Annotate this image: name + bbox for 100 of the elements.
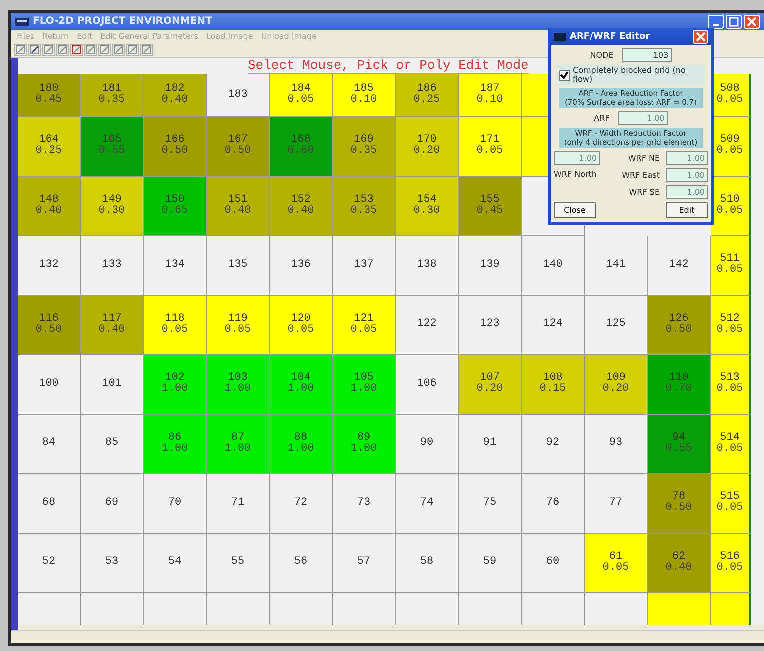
node-number: 166	[165, 135, 185, 146]
node-number: 164	[39, 135, 59, 146]
node-number: 52	[42, 557, 56, 568]
node-number: 149	[102, 194, 122, 206]
node-number: 88	[294, 432, 308, 444]
node-number: 89	[357, 432, 371, 444]
wrf-label: WRF NE	[628, 154, 660, 162]
node-number: 56	[294, 557, 308, 568]
reduction-value: 0.55	[98, 146, 126, 158]
node-number: 169	[354, 135, 374, 146]
reduction-value: 0.40	[36, 206, 62, 217]
node-number: 101	[102, 378, 122, 390]
reduction-value: 0.05	[716, 384, 744, 396]
reduction-value: 0.35	[98, 95, 126, 106]
reduction-value: 0.05	[162, 324, 188, 336]
node-number: 167	[228, 135, 248, 146]
node-number: 78	[672, 492, 686, 504]
reduction-value: 0.05	[288, 324, 314, 336]
node-number: 54	[168, 557, 182, 568]
node-number: 119	[228, 314, 248, 325]
wrf-label: WRF SE	[629, 188, 660, 196]
node-number: 155	[480, 194, 500, 206]
node-number: 77	[609, 498, 623, 509]
node-number: 84	[42, 438, 56, 450]
node-number: 69	[105, 498, 119, 509]
node-number: 134	[165, 260, 185, 271]
node-number: 126	[669, 314, 689, 325]
node-number: 123	[480, 319, 500, 330]
reduction-value: 0.50	[36, 324, 62, 336]
reduction-value: 0.40	[224, 206, 252, 217]
node-number: 94	[672, 432, 686, 444]
node-number: 180	[39, 84, 59, 95]
node-number: 132	[39, 260, 59, 271]
node-number: 151	[228, 194, 248, 206]
reduction-value: 0.40	[162, 95, 188, 106]
node-number: 71	[231, 498, 245, 509]
node-number: 104	[291, 373, 311, 384]
node-number: 91	[483, 438, 497, 450]
node-number: 106	[417, 378, 437, 390]
node-number: 68	[42, 498, 56, 509]
reduction-value: 0.05	[224, 324, 252, 336]
node-number: 187	[480, 84, 500, 95]
node-number: 100	[39, 378, 59, 390]
node-number: 186	[417, 84, 437, 95]
node-number: 509	[720, 135, 740, 146]
reduction-value: 0.45	[36, 95, 62, 106]
node-number: 105	[354, 373, 374, 384]
node-number: 93	[609, 438, 623, 450]
node-number: 72	[294, 498, 308, 509]
node-number: 61	[609, 552, 623, 563]
node-number: 85	[105, 438, 119, 450]
node-number: 90	[420, 438, 434, 450]
reduction-value: 0.05	[716, 206, 744, 217]
node-number: 76	[546, 498, 560, 509]
node-number: 122	[417, 319, 437, 330]
node-number: 137	[354, 260, 374, 271]
node-number: 182	[165, 84, 185, 95]
node-number: 508	[720, 84, 740, 95]
reduction-value: 0.20	[602, 384, 630, 396]
node-number: 184	[291, 84, 311, 95]
reduction-value: 0.20	[476, 384, 504, 396]
reduction-value: 0.40	[666, 562, 692, 574]
node-number: 62	[672, 552, 686, 563]
reduction-value: 0.35	[350, 146, 378, 158]
node-number: 74	[420, 498, 434, 509]
reduction-value: 0.60	[288, 146, 314, 158]
reduction-value: 0.45	[476, 206, 504, 217]
node-number: 116	[39, 314, 59, 325]
reduction-value: 1.00	[162, 384, 188, 396]
wrf-label: WRF North	[554, 170, 598, 179]
reduction-value: 0.05	[288, 95, 314, 106]
node-number: 138	[417, 260, 437, 271]
reduction-value: 0.55	[666, 444, 692, 455]
node-number: 120	[291, 314, 311, 325]
reduction-value: 0.50	[162, 146, 188, 158]
reduction-value: 0.05	[716, 503, 744, 514]
node-number: 514	[720, 432, 740, 444]
node-number: 139	[480, 260, 500, 271]
reduction-value: 1.00	[224, 384, 252, 396]
arf-label: ARF	[594, 114, 610, 122]
reduction-value: 0.05	[350, 324, 378, 336]
node-number: 55	[231, 557, 245, 568]
node-number: 92	[546, 438, 560, 450]
reduction-value: 0.10	[350, 95, 378, 106]
reduction-value: 0.65	[162, 206, 188, 217]
node-number: 516	[720, 552, 740, 563]
node-number: 110	[669, 373, 689, 384]
node-number: 103	[228, 373, 248, 384]
node-number: 152	[291, 194, 311, 206]
reduction-value: 1.00	[350, 444, 378, 455]
node-number: 59	[483, 557, 497, 568]
node-number: 60	[546, 557, 560, 568]
reduction-value: 0.50	[224, 146, 252, 158]
node-number: 170	[417, 135, 437, 146]
node-number: 108	[543, 373, 563, 384]
node-number: 140	[543, 260, 563, 271]
node-number: 165	[102, 135, 122, 146]
reduction-value: 0.70	[666, 384, 692, 396]
node-number: 150	[165, 194, 185, 206]
node-number: 153	[354, 194, 374, 206]
